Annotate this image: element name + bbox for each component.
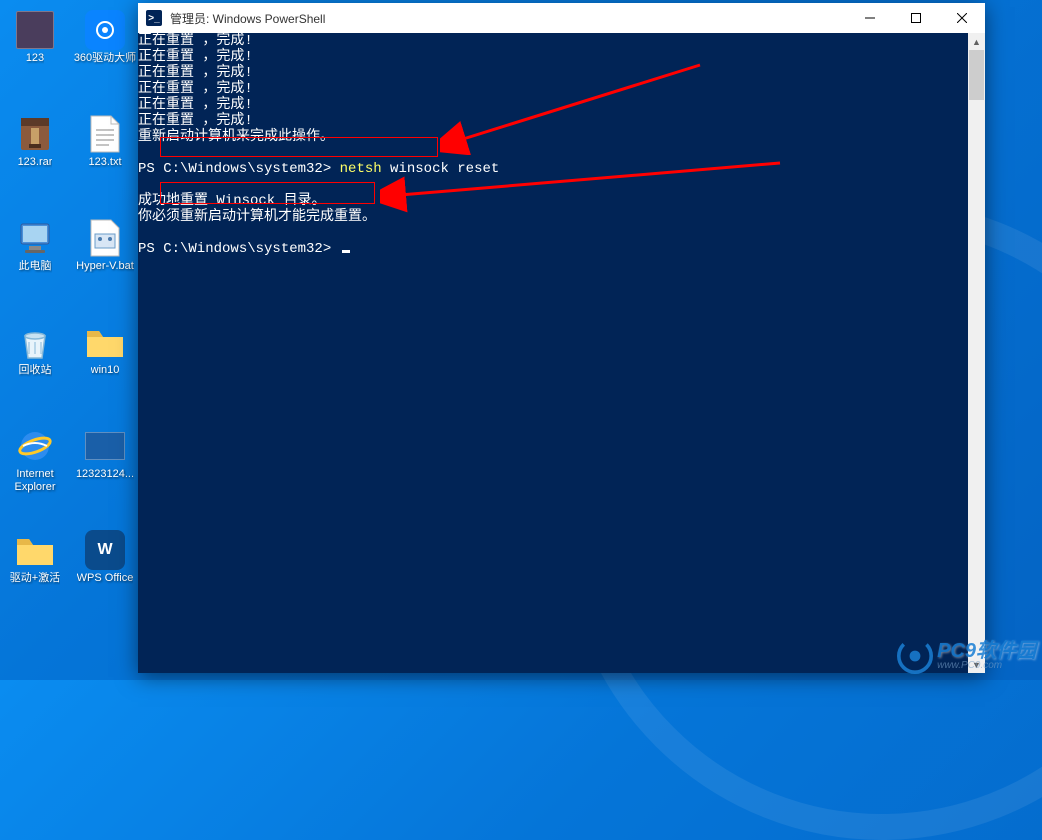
prompt-line: PS C:\Windows\system32> netsh winsock re…	[138, 161, 968, 177]
watermark: PC9软件园 www.PC9.com	[897, 638, 1036, 674]
desktop-icon-label: 360驱动大师	[74, 52, 136, 65]
desktop-icon-label: 123.txt	[88, 156, 121, 169]
watermark-logo-icon	[897, 638, 933, 674]
desktop-icon[interactable]: 回收站	[0, 320, 70, 400]
wps-icon: W	[85, 530, 125, 570]
desktop-icon-label: 12323124...	[76, 468, 134, 481]
desktop-icon[interactable]: win10	[70, 320, 140, 400]
output-line: 成功地重置 Winsock 目录。	[138, 193, 968, 209]
image-icon	[15, 10, 55, 50]
ie-icon	[15, 426, 55, 466]
app-icon	[85, 10, 125, 50]
desktop-icon[interactable]: 驱动+激活	[0, 528, 70, 608]
folder-icon	[15, 530, 55, 570]
desktop-icon-label: win10	[91, 364, 120, 377]
desktop-icon[interactable]: 360驱动大师	[70, 8, 140, 88]
output-line: 正在重置 ，完成!	[138, 49, 968, 65]
output-line: 重新启动计算机来完成此操作。	[138, 129, 968, 145]
output-line: 正在重置 ，完成!	[138, 97, 968, 113]
desktop-icon[interactable]: Hyper-V.bat	[70, 216, 140, 296]
desktop-icon-label: 驱动+激活	[10, 572, 60, 585]
watermark-url: www.PC9.com	[937, 661, 1036, 671]
output-line: 正在重置 ，完成!	[138, 65, 968, 81]
output-line: 正在重置 ，完成!	[138, 113, 968, 129]
recycle-icon	[15, 322, 55, 362]
desktop-icon-label: 123.rar	[18, 156, 53, 169]
imgfile-icon	[85, 426, 125, 466]
desktop-icon[interactable]: 123.rar	[0, 112, 70, 192]
desktop-icon[interactable]: Internet Explorer	[0, 424, 70, 504]
close-button[interactable]	[939, 3, 985, 33]
desktop-icon-label: 123	[26, 52, 44, 65]
title-bar-left: >_ 管理员: Windows PowerShell	[138, 10, 325, 27]
terminal-body: 正在重置 ，完成!正在重置 ，完成!正在重置 ，完成!正在重置 ，完成!正在重置…	[138, 33, 985, 673]
watermark-title: PC9软件园	[937, 641, 1036, 661]
desktop-icon[interactable]: 123	[0, 8, 70, 88]
desktop-icon[interactable]: 12323124...	[70, 424, 140, 504]
rar-icon	[15, 114, 55, 154]
computer-icon	[15, 218, 55, 258]
prompt-line: PS C:\Windows\system32>	[138, 241, 968, 257]
desktop-icon[interactable]: 123.txt	[70, 112, 140, 192]
desktop-area: 123 360驱动大师 123.rar 123.txt 此电脑 Hyper-V.bat 回收…	[0, 0, 140, 680]
scroll-track[interactable]	[968, 50, 985, 656]
powershell-icon: >_	[146, 10, 162, 26]
desktop-icon-label: 此电脑	[19, 260, 52, 273]
scroll-thumb[interactable]	[969, 50, 984, 100]
folder-icon	[85, 322, 125, 362]
desktop-icon[interactable]: W WPS Office	[70, 528, 140, 608]
scroll-up-arrow[interactable]: ▲	[968, 33, 985, 50]
desktop-icon-label: Internet Explorer	[2, 468, 68, 494]
desktop-icon-label: WPS Office	[77, 572, 134, 585]
txt-icon	[85, 114, 125, 154]
terminal-output[interactable]: 正在重置 ，完成!正在重置 ，完成!正在重置 ，完成!正在重置 ，完成!正在重置…	[138, 33, 968, 673]
output-line: 正在重置 ，完成!	[138, 81, 968, 97]
maximize-button[interactable]	[893, 3, 939, 33]
vertical-scrollbar[interactable]: ▲ ▼	[968, 33, 985, 673]
powershell-window: >_ 管理员: Windows PowerShell 正在重置 ，完成!正在重置…	[138, 3, 985, 673]
window-title: 管理员: Windows PowerShell	[170, 10, 325, 27]
output-line: 正在重置 ，完成!	[138, 33, 968, 49]
minimize-button[interactable]	[847, 3, 893, 33]
desktop-icon[interactable]: 此电脑	[0, 216, 70, 296]
output-line: 你必须重新启动计算机才能完成重置。	[138, 209, 968, 225]
window-controls	[847, 3, 985, 33]
desktop-icon-label: Hyper-V.bat	[76, 260, 134, 273]
desktop-icon-label: 回收站	[19, 364, 52, 377]
cursor	[342, 250, 350, 253]
title-bar[interactable]: >_ 管理员: Windows PowerShell	[138, 3, 985, 33]
bat-icon	[85, 218, 125, 258]
